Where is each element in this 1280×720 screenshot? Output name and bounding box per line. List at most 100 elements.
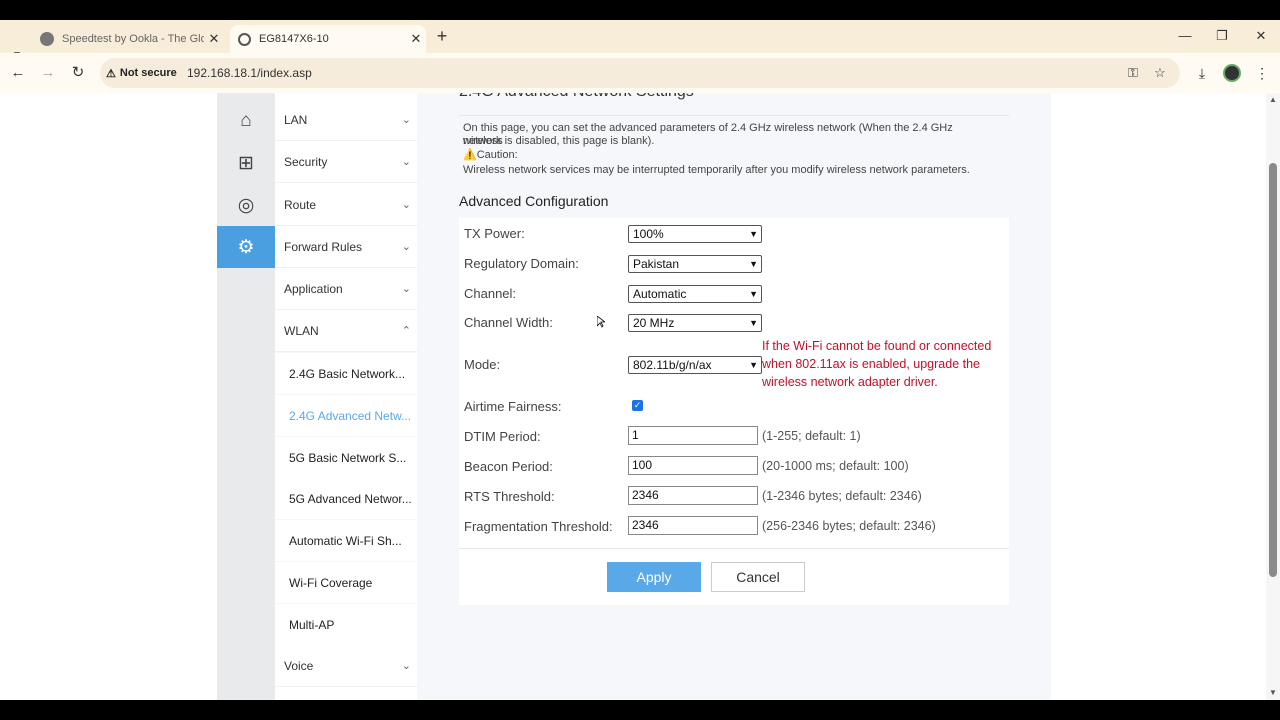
chevron-down-icon: ▼	[749, 289, 758, 299]
scroll-up-icon[interactable]: ▲	[1268, 95, 1278, 104]
menu-lan[interactable]: LAN ⌄	[275, 99, 417, 141]
channel-width-select[interactable]: 20 MHz ▼	[628, 314, 762, 332]
chevron-down-icon: ▼	[749, 229, 758, 239]
download-icon[interactable]: ⤓	[1192, 63, 1212, 83]
select-value: 100%	[633, 227, 664, 241]
beacon-period-input[interactable]: 100	[628, 456, 758, 475]
airtime-fairness-label: Airtime Fairness:	[464, 399, 562, 414]
select-value: 802.11b/g/n/ax	[633, 358, 712, 372]
wlan-submenu: 2.4G Basic Network... 2.4G Advanced Netw…	[275, 352, 417, 645]
mode-warning-text: If the Wi-Fi cannot be found or connecte…	[762, 339, 992, 389]
security-chip[interactable]: ⚠ Not secure	[106, 63, 177, 83]
new-tab-button[interactable]: +	[432, 25, 452, 47]
mouse-cursor-icon	[597, 316, 605, 328]
sub-24g-basic[interactable]: 2.4G Basic Network...	[275, 353, 417, 394]
caution-label: ⚠️Caution:	[463, 149, 518, 161]
sub-5g-basic[interactable]: 5G Basic Network S...	[275, 437, 417, 478]
channel-label: Channel:	[464, 286, 517, 301]
fragmentation-threshold-input[interactable]: 2346	[628, 516, 758, 535]
menu-route[interactable]: Route ⌄	[275, 184, 417, 226]
chevron-down-icon: ⌄	[401, 114, 411, 126]
address-bar[interactable]: ⚠ Not secure 192.168.18.1/index.asp ⚿ ☆	[100, 58, 1180, 88]
sub-5g-advanced[interactable]: 5G Advanced Networ...	[275, 478, 417, 519]
chevron-down-icon: ⌄	[401, 660, 411, 672]
scroll-down-icon[interactable]: ▼	[1268, 688, 1278, 697]
tab-router[interactable]: EG8147X6-10 ✕	[230, 25, 426, 53]
cancel-button[interactable]: Cancel	[711, 562, 805, 592]
rts-threshold-input[interactable]: 2346	[628, 486, 758, 505]
regulatory-domain-label: Regulatory Domain:	[464, 256, 579, 271]
menu-forward-rules[interactable]: Forward Rules ⌄	[275, 226, 417, 268]
section-title: Advanced Configuration	[459, 193, 609, 209]
tab-strip: ▼ Speedtest by Ookla - The Glob ✕ EG8147…	[0, 20, 1280, 61]
restore-icon[interactable]: ❐	[1207, 26, 1237, 46]
sidebar-menu: LAN ⌄ Security ⌄ Route ⌄ Forward Rules ⌄…	[275, 93, 417, 700]
chevron-up-icon: ⌃	[401, 325, 411, 337]
diagnose-icon[interactable]: ◎	[217, 184, 275, 226]
security-label: Not secure	[119, 67, 177, 79]
channel-select[interactable]: Automatic ▼	[628, 285, 762, 303]
page-viewport: ⌂ ⊞ ◎ ⚙ LAN ⌄ Security ⌄ Route ⌄ Forward…	[0, 93, 1266, 700]
tx-power-select[interactable]: 100% ▼	[628, 225, 762, 243]
menu-application[interactable]: Application ⌄	[275, 268, 417, 310]
reload-icon[interactable]: ↻	[68, 63, 88, 83]
mode-select[interactable]: 802.11b/g/n/ax ▼	[628, 356, 762, 374]
back-icon[interactable]: ←	[8, 63, 28, 83]
chevron-down-icon: ▼	[749, 259, 758, 269]
channel-width-label: Channel Width:	[464, 315, 553, 330]
forward-icon[interactable]: →	[38, 63, 58, 83]
password-key-icon[interactable]: ⚿	[1124, 64, 1142, 82]
beacon-period-hint: (20-1000 ms; default: 100)	[762, 459, 909, 473]
menu-voice[interactable]: Voice ⌄	[275, 645, 417, 687]
sub-auto-wifi-share[interactable]: Automatic Wi-Fi Sh...	[275, 520, 417, 561]
menu-label: LAN	[284, 112, 308, 127]
chevron-down-icon: ▼	[749, 360, 758, 370]
gear-icon[interactable]: ⚙	[217, 226, 281, 268]
scroll-thumb[interactable]	[1269, 163, 1277, 577]
globe-icon	[238, 32, 251, 46]
first-aid-icon[interactable]: ⊞	[217, 142, 275, 184]
sub-multi-ap[interactable]: Multi-AP	[275, 604, 417, 645]
divider	[459, 115, 1009, 116]
bookmark-star-icon[interactable]: ☆	[1151, 64, 1169, 82]
mode-label: Mode:	[464, 357, 501, 372]
close-window-icon[interactable]: ✕	[1246, 26, 1276, 46]
advanced-config-form: TX Power: 100% ▼ Regulatory Domain: Paki…	[459, 218, 1009, 605]
warning-icon: ⚠	[106, 67, 116, 80]
menu-label: Application	[284, 281, 343, 296]
profile-avatar[interactable]	[1223, 64, 1241, 82]
menu-kebab-icon[interactable]: ⋮	[1252, 63, 1272, 83]
minimize-icon[interactable]: —	[1170, 26, 1200, 46]
tab-title: EG8147X6-10	[259, 33, 329, 45]
browser-toolbar: ← → ↻ ⚠ Not secure 192.168.18.1/index.as…	[0, 53, 1280, 93]
divider	[459, 548, 1009, 549]
menu-wlan[interactable]: WLAN ⌃	[275, 310, 417, 352]
menu-label: Forward Rules	[284, 239, 363, 254]
tab-close-icon[interactable]: ✕	[406, 31, 426, 47]
regulatory-domain-select[interactable]: Pakistan ▼	[628, 255, 762, 273]
tab-speedtest[interactable]: Speedtest by Ookla - The Glob ✕	[32, 25, 224, 53]
fragmentation-threshold-hint: (256-2346 bytes; default: 2346)	[762, 519, 936, 533]
select-value: Pakistan	[633, 257, 680, 271]
home-icon[interactable]: ⌂	[217, 100, 275, 142]
sub-wifi-coverage[interactable]: Wi-Fi Coverage	[275, 562, 417, 603]
main-content: 2.4G Advanced Network Settings On this p…	[459, 93, 1009, 700]
chevron-down-icon: ⌄	[401, 199, 411, 211]
dtim-period-hint: (1-255; default: 1)	[762, 429, 861, 443]
speedtest-favicon-icon	[40, 32, 54, 46]
select-value: Automatic	[633, 287, 687, 301]
dtim-period-label: DTIM Period:	[464, 429, 541, 444]
url-text[interactable]: 192.168.18.1/index.asp	[187, 66, 312, 80]
apply-button[interactable]: Apply	[607, 562, 701, 592]
tab-title: Speedtest by Ookla - The Glob	[62, 33, 204, 45]
menu-label: WLAN	[284, 323, 319, 338]
menu-security[interactable]: Security ⌄	[275, 141, 417, 183]
page-description-2: network is disabled, this page is blank)…	[463, 135, 655, 147]
menu-label: Security	[284, 154, 328, 169]
tab-close-icon[interactable]: ✕	[204, 31, 224, 47]
page-scrollbar[interactable]: ▲ ▼	[1266, 93, 1280, 700]
sub-24g-advanced[interactable]: 2.4G Advanced Netw...	[275, 395, 417, 436]
select-value: 20 MHz	[633, 316, 675, 330]
dtim-period-input[interactable]: 1	[628, 426, 758, 445]
airtime-fairness-checkbox[interactable]: ✓	[632, 400, 643, 411]
